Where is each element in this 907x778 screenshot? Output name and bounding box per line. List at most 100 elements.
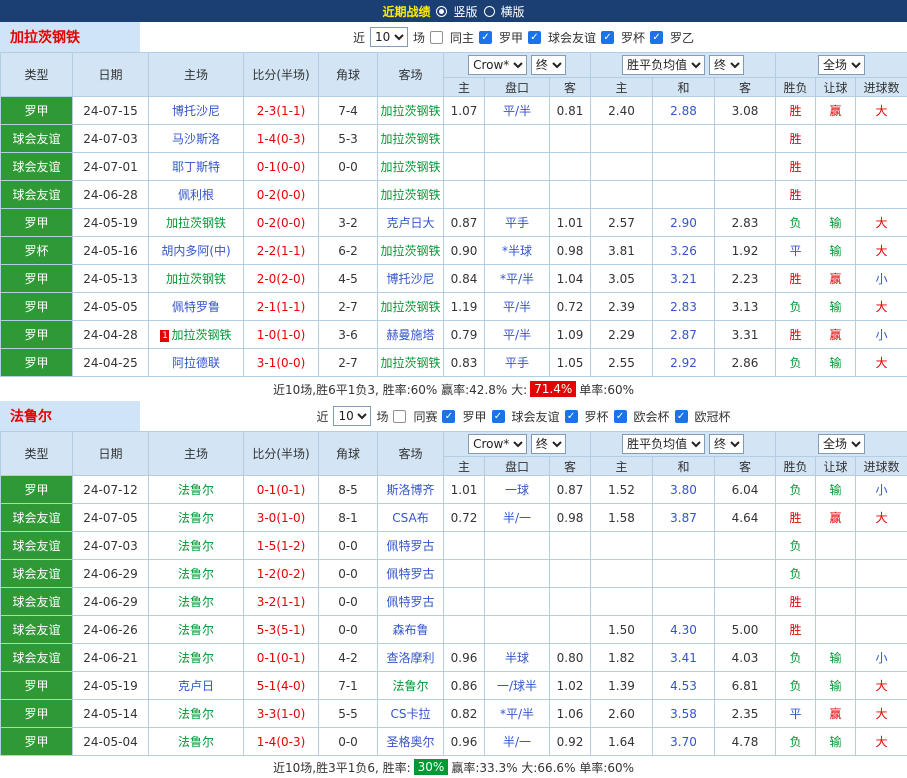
euro-away-odds-cell: 4.64 — [715, 504, 776, 532]
home-team-link[interactable]: 法鲁尔 — [178, 651, 214, 665]
home-team-link[interactable]: 法鲁尔 — [178, 623, 214, 637]
league-checkbox[interactable] — [675, 410, 688, 423]
col-header-score: 比分(半场) — [244, 53, 319, 97]
col-header-result: 胜负 — [776, 457, 816, 476]
home-team-link[interactable]: 克卢日 — [178, 679, 214, 693]
home-team-link[interactable]: 加拉茨钢铁 — [171, 328, 231, 342]
score-cell: 1-5(1-2) — [244, 532, 319, 560]
match-count-select[interactable]: 10 — [370, 27, 408, 47]
vertical-layout-radio[interactable] — [436, 6, 447, 17]
away-team-link[interactable]: 加拉茨钢铁 — [380, 244, 440, 258]
odds-stage-select[interactable]: 终 — [531, 434, 566, 454]
odds-company-select[interactable]: Crow* — [468, 434, 527, 454]
away-team-cell: 博托沙尼 — [378, 265, 444, 293]
league-checkbox[interactable] — [614, 410, 627, 423]
euro-stage-select[interactable]: 终 — [709, 55, 744, 75]
home-team-link[interactable]: 耶丁斯特 — [172, 160, 220, 174]
league-checkbox[interactable] — [565, 410, 578, 423]
match-row: 球会友谊24-07-03马沙斯洛1-4(0-3)5-3加拉茨钢铁胜 — [1, 125, 907, 153]
away-team-link[interactable]: CS卡拉 — [391, 707, 431, 721]
euro-average-select[interactable]: 胜平负均值 — [622, 55, 705, 75]
away-team-link[interactable]: 佩特罗古 — [386, 567, 434, 581]
euro-average-select[interactable]: 胜平负均值 — [622, 434, 705, 454]
odds-stage-select[interactable]: 终 — [531, 55, 566, 75]
home-team-link[interactable]: 阿拉德联 — [172, 356, 220, 370]
league-checkbox[interactable] — [479, 31, 492, 44]
euro-draw-odds-cell — [653, 125, 715, 153]
away-team-link[interactable]: 佩特罗古 — [386, 539, 434, 553]
col-header-corner: 角球 — [319, 432, 378, 476]
same-home-checkbox[interactable] — [430, 31, 443, 44]
away-team-link[interactable]: 加拉茨钢铁 — [380, 132, 440, 146]
home-team-link[interactable]: 胡内多阿(中) — [161, 244, 230, 258]
euro-draw-odds-cell: 4.30 — [653, 616, 715, 644]
home-team-link[interactable]: 加拉茨钢铁 — [166, 216, 226, 230]
away-team-link[interactable]: 佩特罗古 — [386, 595, 434, 609]
goals-result-cell: 大 — [856, 97, 907, 125]
home-team-link[interactable]: 法鲁尔 — [178, 707, 214, 721]
euro-home-odds-cell: 1.39 — [591, 672, 653, 700]
league-checkbox[interactable] — [601, 31, 614, 44]
league-checkbox[interactable] — [492, 410, 505, 423]
league-checkbox[interactable] — [442, 410, 455, 423]
match-count-select[interactable]: 10 — [333, 406, 371, 426]
euro-away-odds-cell: 4.78 — [715, 728, 776, 756]
home-team-link[interactable]: 法鲁尔 — [178, 567, 214, 581]
euro-home-odds-cell — [591, 181, 653, 209]
asian-away-odds-cell: 0.98 — [550, 504, 591, 532]
col-header-euro-draw: 和 — [653, 78, 715, 97]
odds-company-select[interactable]: Crow* — [468, 55, 527, 75]
home-team-link[interactable]: 法鲁尔 — [178, 735, 214, 749]
score-cell: 2-1(1-1) — [244, 293, 319, 321]
same-competition-checkbox[interactable] — [393, 410, 406, 423]
asian-home-odds-cell: 0.90 — [444, 237, 485, 265]
asian-away-odds-cell: 1.05 — [550, 349, 591, 377]
away-team-link[interactable]: 法鲁尔 — [392, 679, 428, 693]
league-checkbox[interactable] — [528, 31, 541, 44]
league-checkbox[interactable] — [650, 31, 663, 44]
home-team-link[interactable]: 法鲁尔 — [178, 483, 214, 497]
euro-away-odds-cell — [715, 153, 776, 181]
col-header-away: 客场 — [378, 432, 444, 476]
home-team-link[interactable]: 加拉茨钢铁 — [166, 272, 226, 286]
away-team-link[interactable]: CSA布 — [392, 511, 428, 525]
away-team-link[interactable]: 博托沙尼 — [386, 272, 434, 286]
home-team-link[interactable]: 佩特罗鲁 — [172, 300, 220, 314]
away-team-link[interactable]: 斯洛博齐 — [386, 483, 434, 497]
euro-away-odds-cell: 2.23 — [715, 265, 776, 293]
goals-result-cell — [856, 560, 907, 588]
euro-stage-select[interactable]: 终 — [709, 434, 744, 454]
away-team-link[interactable]: 赫曼施塔 — [386, 328, 434, 342]
home-team-link[interactable]: 法鲁尔 — [178, 539, 214, 553]
home-team-link[interactable]: 法鲁尔 — [178, 511, 214, 525]
away-team-link[interactable]: 加拉茨钢铁 — [380, 300, 440, 314]
asian-home-odds-cell: 0.79 — [444, 321, 485, 349]
match-row: 罗甲24-05-19克卢日5-1(4-0)7-1法鲁尔0.86一/球半1.021… — [1, 672, 907, 700]
home-team-link[interactable]: 博托沙尼 — [172, 104, 220, 118]
handicap-result-cell: 输 — [816, 237, 856, 265]
euro-away-odds-cell — [715, 181, 776, 209]
horizontal-layout-radio[interactable] — [484, 6, 495, 17]
away-team-link[interactable]: 森布鲁 — [392, 623, 428, 637]
away-team-link[interactable]: 圣格奥尔 — [386, 735, 434, 749]
away-team-link[interactable]: 加拉茨钢铁 — [380, 356, 440, 370]
away-team-link[interactable]: 克卢日大 — [386, 216, 434, 230]
scope-select[interactable]: 全场 — [818, 434, 865, 454]
scope-select[interactable]: 全场 — [818, 55, 865, 75]
home-team-link[interactable]: 法鲁尔 — [178, 595, 214, 609]
away-team-link[interactable]: 查洛摩利 — [386, 651, 434, 665]
vertical-layout-label: 竖版 — [453, 3, 477, 20]
home-team-cell: 法鲁尔 — [149, 616, 244, 644]
home-team-link[interactable]: 佩利根 — [178, 188, 214, 202]
page-title: 近期战绩 — [382, 3, 430, 20]
asian-home-odds-cell: 0.83 — [444, 349, 485, 377]
col-header-asian-home: 主 — [444, 78, 485, 97]
away-team-link[interactable]: 加拉茨钢铁 — [380, 188, 440, 202]
away-team-link[interactable]: 加拉茨钢铁 — [380, 160, 440, 174]
goals-result-cell — [856, 125, 907, 153]
away-team-link[interactable]: 加拉茨钢铁 — [380, 104, 440, 118]
home-team-link[interactable]: 马沙斯洛 — [172, 132, 220, 146]
euro-home-odds-cell — [591, 532, 653, 560]
asian-handicap-cell: 平手 — [485, 209, 550, 237]
top-bar: 近期战绩 竖版 横版 — [0, 0, 907, 22]
